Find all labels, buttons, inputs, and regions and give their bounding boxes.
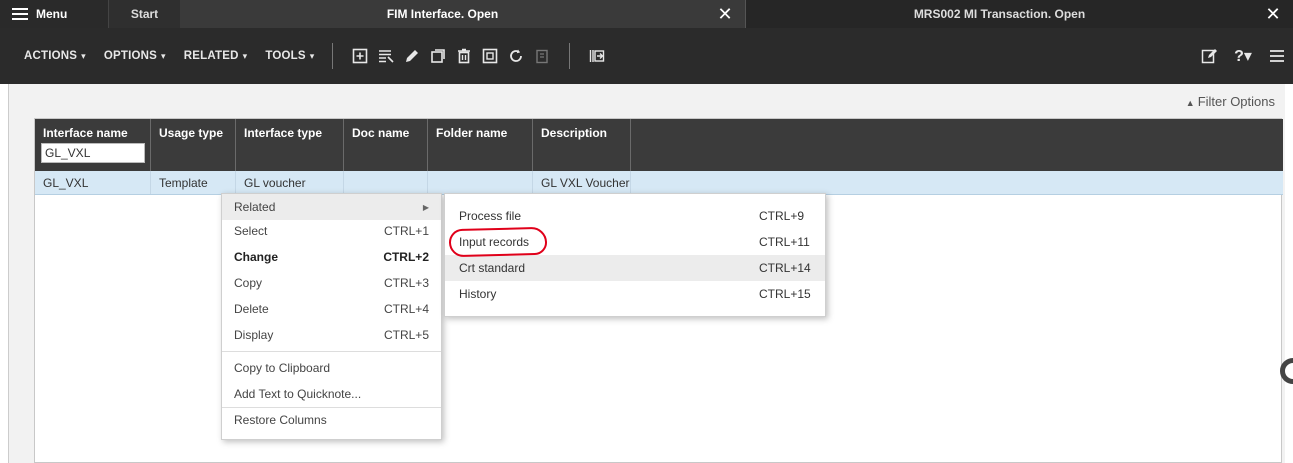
help-icon[interactable]: ?▾	[1225, 46, 1261, 66]
cell-interface-name: GL_VXL	[35, 171, 151, 194]
table-row[interactable]: GL_VXL Template GL voucher GL VXL Vouche…	[35, 171, 1283, 195]
actions-menu-button[interactable]: ACTIONS ▾	[24, 50, 86, 62]
menu-item-label: Change	[234, 250, 279, 264]
menu-item-shortcut: CTRL+5	[383, 328, 429, 342]
column-header-interface-type[interactable]: Interface type	[236, 119, 344, 171]
clipboard-icon[interactable]	[529, 48, 555, 64]
menu-item-shortcut: CTRL+15	[759, 287, 811, 301]
edit-note-icon[interactable]	[1193, 48, 1225, 64]
caret-down-icon: ▾	[81, 51, 86, 61]
hamburger-icon[interactable]	[1261, 48, 1293, 64]
toolbar-right-group: ?▾	[1193, 28, 1293, 84]
menu-item-label: Add Text to Quicknote...	[234, 387, 362, 401]
submenu-item-crt-standard[interactable]: Crt standard CTRL+14	[445, 255, 825, 281]
menu-item-label: Delete	[234, 302, 269, 316]
chevron-right-icon: ▶	[422, 202, 429, 212]
menu-item-shortcut: CTRL+14	[759, 261, 811, 275]
display-record-icon[interactable]	[477, 48, 503, 64]
options-menu-button[interactable]: OPTIONS ▾	[104, 50, 166, 62]
tab-start[interactable]: Start	[108, 0, 180, 28]
related-label: RELATED	[183, 50, 239, 62]
menu-item-shortcut: CTRL+3	[383, 276, 429, 290]
menu-button[interactable]: Menu	[0, 0, 108, 28]
tab-bar: Menu Start FIM Interface. Open ✕ MRS002 …	[0, 0, 1293, 28]
caret-down-icon: ▾	[309, 51, 315, 61]
menu-item-label: Crt standard	[459, 261, 526, 275]
menu-item-shortcut: CTRL+4	[383, 302, 429, 316]
close-icon[interactable]: ✕	[705, 0, 745, 28]
menu-item-restore-columns[interactable]: Restore Columns	[222, 407, 441, 433]
menu-item-shortcut: CTRL+1	[383, 224, 429, 238]
filter-options-toggle[interactable]: ▲ Filter Options	[1186, 94, 1275, 109]
cell-folder-name	[428, 171, 533, 194]
menu-item-shortcut: CTRL+11	[759, 235, 810, 249]
copy-record-icon[interactable]	[425, 48, 451, 64]
new-record-icon[interactable]	[347, 48, 373, 64]
menu-item-label: History	[459, 287, 497, 301]
menu-label: Menu	[36, 7, 68, 21]
menu-item-label: Display	[234, 328, 274, 342]
column-header-interface-name[interactable]: Interface name	[35, 119, 151, 171]
chevron-up-icon: ▲	[1185, 98, 1195, 108]
menu-item-label: Process file	[459, 209, 522, 223]
cell-filler	[631, 171, 1283, 194]
menu-item-label: Restore Columns	[234, 413, 327, 427]
menu-item-shortcut: CTRL+2	[383, 250, 429, 264]
tools-menu-button[interactable]: TOOLS ▾	[265, 50, 314, 62]
tab-mrs002[interactable]: MRS002 MI Transaction. Open ✕	[745, 0, 1293, 28]
menu-item-related[interactable]: Related ▶	[222, 194, 441, 220]
hamburger-icon	[12, 8, 28, 20]
menu-item-add-to-quicknote[interactable]: Add Text to Quicknote...	[222, 381, 441, 407]
caret-down-icon: ▾	[242, 51, 248, 61]
menu-item-label: Copy	[234, 276, 263, 290]
column-header-description[interactable]: Description	[533, 119, 631, 171]
menu-item-display[interactable]: Display CTRL+5	[222, 322, 441, 348]
menu-item-label: Copy to Clipboard	[234, 361, 331, 375]
grid-header: Interface name Usage type Interface type…	[35, 119, 1283, 171]
tab-fim-interface-title: FIM Interface. Open	[386, 7, 499, 21]
close-icon[interactable]: ✕	[1253, 0, 1293, 28]
context-menu: Related ▶ Select CTRL+1 Change CTRL+2 Co…	[221, 193, 442, 440]
column-header-filler	[631, 119, 1283, 171]
menu-item-select[interactable]: Select CTRL+1	[222, 218, 441, 244]
caret-down-icon: ▾	[161, 51, 166, 61]
filter-list-icon[interactable]	[373, 48, 399, 64]
column-header-doc-name[interactable]: Doc name	[344, 119, 428, 171]
open-related-icon[interactable]	[584, 48, 610, 64]
cell-interface-type: GL voucher	[236, 171, 344, 194]
tab-fim-interface[interactable]: FIM Interface. Open ✕	[180, 0, 745, 28]
submenu-item-history[interactable]: History CTRL+15	[445, 281, 825, 307]
column-header-folder-name[interactable]: Folder name	[428, 119, 533, 171]
red-circle-annotation	[448, 226, 548, 258]
menu-item-change[interactable]: Change CTRL+2	[222, 244, 441, 270]
related-menu-button[interactable]: RELATED ▾	[184, 50, 248, 62]
cell-usage-type: Template	[151, 171, 236, 194]
menu-item-copy-to-clipboard[interactable]: Copy to Clipboard	[222, 355, 441, 381]
refresh-icon[interactable]	[503, 48, 529, 64]
actions-label: ACTIONS	[24, 50, 78, 62]
column-header-label: Interface name	[43, 126, 128, 140]
menu-divider	[222, 351, 441, 352]
delete-trash-icon[interactable]	[451, 48, 477, 64]
options-label: OPTIONS	[103, 50, 158, 62]
toolbar-divider	[569, 43, 571, 69]
interface-name-filter-input[interactable]	[41, 143, 145, 163]
cell-description: GL VXL Voucher	[533, 171, 631, 194]
toolbar: ACTIONS ▾ OPTIONS ▾ RELATED ▾ TOOLS ▾ ?▾	[0, 28, 1293, 84]
column-header-usage-type[interactable]: Usage type	[151, 119, 236, 171]
toolbar-divider	[332, 43, 334, 69]
edit-pencil-icon[interactable]	[399, 48, 425, 64]
menu-item-copy[interactable]: Copy CTRL+3	[222, 270, 441, 296]
filter-options-label: Filter Options	[1197, 94, 1275, 109]
tab-mrs002-title: MRS002 MI Transaction. Open	[913, 7, 1086, 21]
tools-label: TOOLS	[265, 50, 306, 62]
menu-item-label: Related	[234, 200, 276, 214]
menu-item-label: Select	[234, 224, 268, 238]
menu-item-delete[interactable]: Delete CTRL+4	[222, 296, 441, 322]
cell-doc-name	[344, 171, 428, 194]
submenu-item-process-file[interactable]: Process file CTRL+9	[445, 203, 825, 229]
menu-item-shortcut: CTRL+9	[759, 209, 805, 223]
